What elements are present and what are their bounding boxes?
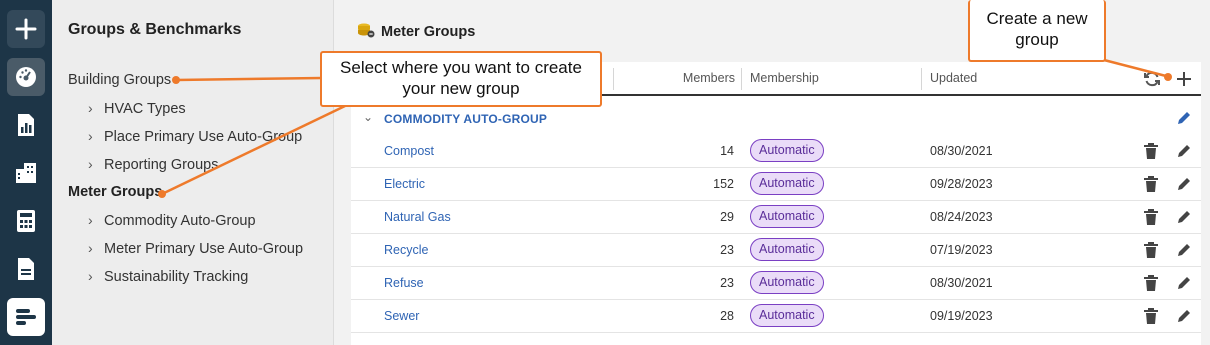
- annotation-line: [175, 76, 323, 82]
- annotation-line: [161, 104, 346, 196]
- callout-select-location: Select where you want to create your new…: [320, 51, 602, 107]
- annotation-dot: [1164, 73, 1172, 81]
- annotation-line: [1103, 58, 1167, 78]
- annotation-dot: [172, 76, 180, 84]
- callout-create-new: Create a new group: [968, 0, 1106, 62]
- annotation-dot: [158, 190, 166, 198]
